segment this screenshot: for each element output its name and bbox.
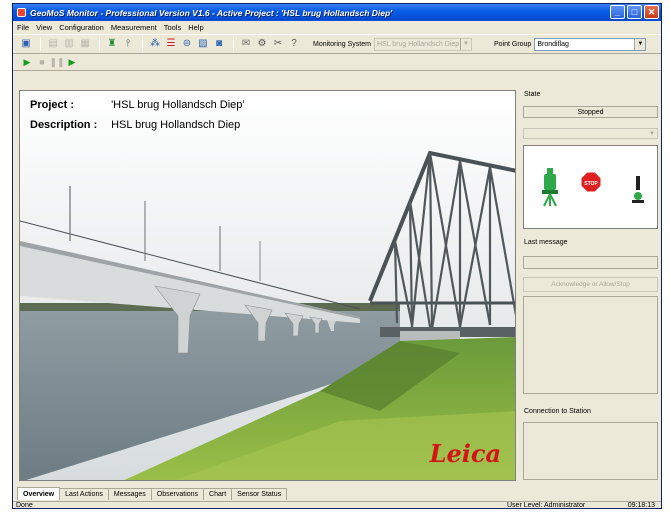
monitoring-system-select[interactable]: HSL brug Hollandsch Diep ▼ <box>373 37 472 51</box>
tab-chart[interactable]: Chart <box>203 488 233 500</box>
user-level: User Level: Administrator <box>507 502 586 509</box>
bridge-photo <box>20 91 515 480</box>
stop-sign-icon: STOP <box>580 171 602 193</box>
point-group-label: Point Group <box>493 40 532 48</box>
project-line: Project : 'HSL brug Hollandsch Diep' <box>30 99 244 111</box>
close-button[interactable]: ✕ <box>644 5 659 19</box>
pause-icon[interactable]: ❚❚ <box>49 57 64 69</box>
window-controls: _ □ ✕ <box>610 5 659 19</box>
toolbar-separator <box>40 37 41 51</box>
run-toolbar: ▶ ■ ❚❚ ▶ <box>13 55 661 71</box>
leica-logo: Leica <box>429 439 501 468</box>
stop-icon[interactable]: ■ <box>36 57 48 69</box>
title-bar[interactable]: GeoMoS Monitor - Professional Version V1… <box>13 4 661 21</box>
database-icon[interactable]: ◙ <box>212 37 226 51</box>
description-label: Description : <box>30 119 98 131</box>
chevron-down-icon: ▼ <box>634 38 646 50</box>
minimize-button[interactable]: _ <box>610 5 625 19</box>
message-area <box>523 296 658 394</box>
print-icon[interactable]: ▦ <box>78 37 92 51</box>
last-message-field <box>523 256 658 269</box>
sensor-icon[interactable]: ♜ <box>105 37 119 51</box>
tab-last-actions[interactable]: Last Actions <box>59 488 109 500</box>
project-label: Project : <box>30 99 75 111</box>
status-bar: Done User Level: Administrator 09:18:13 <box>13 501 661 509</box>
clock: 09:18:13 <box>627 502 655 509</box>
acknowledge-button[interactable]: Acknowledge or Allow/Stop <box>523 277 658 292</box>
toolbar-separator <box>99 37 100 51</box>
tab-overview[interactable]: Overview <box>17 487 61 500</box>
sensor-icon <box>632 176 644 203</box>
menu-measurement[interactable]: Measurement <box>111 23 157 32</box>
help-icon[interactable]: ? <box>287 37 301 51</box>
limit-classes-icon[interactable]: ⊜ <box>180 37 194 51</box>
menu-bar: File View Configuration Measurement Tool… <box>13 21 661 33</box>
connection-area <box>523 422 658 480</box>
state-value: Stopped <box>523 106 658 118</box>
maximize-button[interactable]: □ <box>627 5 642 19</box>
total-station-icon <box>542 168 558 207</box>
station-select[interactable]: ▼ <box>523 128 658 139</box>
sensor-status-panel: STOP <box>523 145 658 229</box>
messages-icon[interactable]: ✉ <box>239 37 253 51</box>
toolbar-separator <box>142 37 143 51</box>
last-message-label: Last message <box>524 239 568 246</box>
restart-icon[interactable]: ▶ <box>66 57 78 69</box>
project-value: 'HSL brug Hollandsch Diep' <box>111 99 245 111</box>
chevron-down-icon: ▼ <box>459 38 471 50</box>
menu-tools[interactable]: Tools <box>164 23 182 32</box>
monitoring-system-label: Monitoring System <box>313 40 371 48</box>
antenna-icon[interactable]: ⫯ <box>121 37 135 51</box>
save-icon[interactable]: ▤ <box>46 37 60 51</box>
status-graphics: STOP <box>542 168 644 207</box>
app-window: GeoMoS Monitor - Professional Version V1… <box>12 3 662 509</box>
limits-icon[interactable]: ☰ <box>164 37 178 51</box>
copy-icon[interactable]: ▥ <box>62 37 76 51</box>
menu-view[interactable]: View <box>36 23 52 32</box>
description-value: HSL brug Hollandsch Diep <box>111 119 241 131</box>
settings-icon[interactable]: ⚙ <box>255 37 269 51</box>
tab-strip: Overview Last Actions Messages Observati… <box>17 487 288 501</box>
chevron-down-icon: ▼ <box>649 130 655 137</box>
point-group-value: Brondiflag <box>537 40 569 48</box>
menu-help[interactable]: Help <box>188 23 203 32</box>
svg-text:STOP: STOP <box>584 181 598 187</box>
tab-messages[interactable]: Messages <box>107 488 152 500</box>
menu-file[interactable]: File <box>17 23 29 32</box>
chart-icon[interactable]: ▧ <box>196 37 210 51</box>
main-toolbar: ▣ ▤ ▥ ▦ ♜ ⫯ ⁂ ☰ ⊜ ▧ ◙ ✉ ⚙ ✂ ? Monitoring… <box>13 34 661 54</box>
status-text: Done <box>16 502 33 509</box>
tab-sensor-status[interactable]: Sensor Status <box>231 488 288 500</box>
open-project-icon[interactable]: ▣ <box>19 37 33 51</box>
toolbar-separator <box>233 37 234 51</box>
point-group-select[interactable]: Brondiflag ▼ <box>534 37 647 51</box>
menu-configuration[interactable]: Configuration <box>59 23 104 32</box>
description-line: Description : HSL brug Hollandsch Diep <box>30 119 240 131</box>
overview-panel: Project : 'HSL brug Hollandsch Diep' Des… <box>19 90 516 481</box>
tab-observations[interactable]: Observations <box>150 488 205 500</box>
tools-icon[interactable]: ✂ <box>271 37 285 51</box>
app-icon <box>17 8 26 17</box>
window-title: GeoMoS Monitor - Professional Version V1… <box>30 7 393 18</box>
state-label: State <box>524 91 541 98</box>
points-icon[interactable]: ⁂ <box>148 37 162 51</box>
start-icon[interactable]: ▶ <box>21 57 33 69</box>
monitoring-system-value: HSL brug Hollandsch Diep <box>376 40 460 48</box>
connection-label: Connection to Station <box>524 408 591 415</box>
